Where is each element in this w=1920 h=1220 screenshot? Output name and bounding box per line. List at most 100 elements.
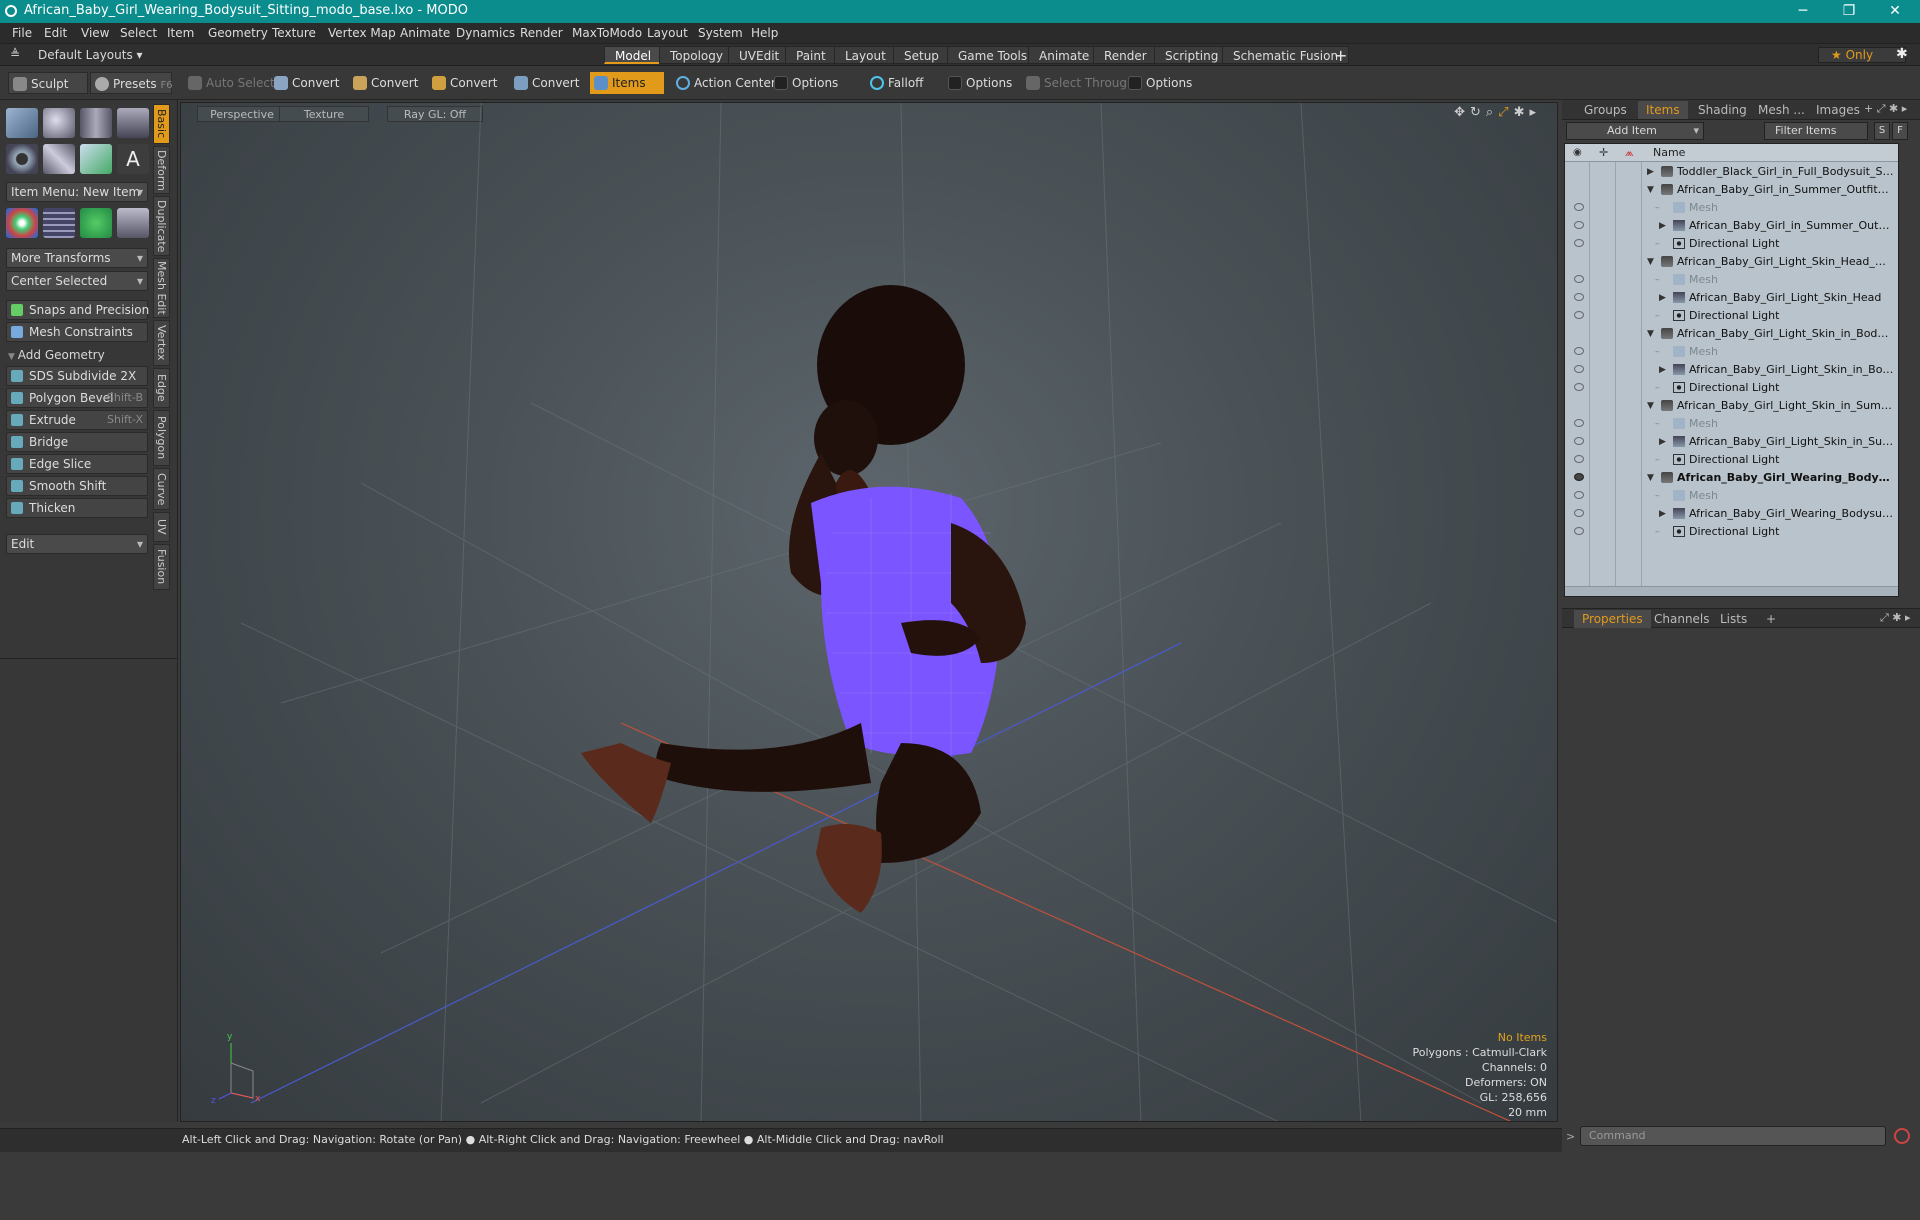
vtab-edge[interactable]: Edge [153, 368, 170, 408]
vtab-polygon[interactable]: Polygon [153, 410, 170, 466]
item-row[interactable]: ▼ African_Baby_Girl_in_Summer_Outfit_Surp… [1565, 181, 1898, 199]
more-transforms-dropdown[interactable]: More Transforms [6, 248, 148, 268]
vtab-fusion[interactable]: Fusion [153, 544, 170, 590]
close-button[interactable]: ✕ [1872, 0, 1918, 23]
visibility-eye-icon[interactable] [1574, 347, 1584, 355]
visibility-eye-icon[interactable] [1574, 365, 1584, 373]
visibility-eye-icon[interactable] [1574, 527, 1584, 535]
default-layouts-dropdown[interactable]: Default Layouts ▾ [38, 48, 143, 62]
visibility-eye-icon[interactable] [1574, 509, 1584, 517]
name-column-header[interactable]: Name [1653, 146, 1685, 159]
command-expand-icon[interactable]: > [1566, 1130, 1575, 1143]
tab-items[interactable]: Items [1638, 101, 1688, 119]
only-toggle[interactable]: ★ Only [1818, 47, 1906, 63]
menu-layout[interactable]: Layout [647, 26, 688, 40]
expand-arrow-icon[interactable]: ▶ [1659, 289, 1666, 307]
item-row[interactable]: – Directional Light [1565, 307, 1898, 325]
menu-render[interactable]: Render [520, 26, 563, 40]
tab-scripting[interactable]: Scripting [1154, 46, 1230, 64]
sphere-icon[interactable] [43, 108, 75, 138]
panel-options-icon[interactable]: + ⤢ ✱ ▸ [1864, 102, 1907, 116]
item-row[interactable]: – Mesh [1565, 199, 1898, 217]
cone-icon[interactable] [117, 108, 149, 138]
item-row[interactable]: – Mesh [1565, 343, 1898, 361]
visibility-eye-icon[interactable] [1574, 419, 1584, 427]
visibility-eye-icon[interactable] [1574, 383, 1584, 391]
convert-button-1[interactable]: Convert [270, 72, 346, 94]
menu-edit[interactable]: Edit [44, 26, 67, 40]
visibility-eye-icon[interactable] [1574, 221, 1584, 229]
minimize-button[interactable]: ─ [1780, 0, 1826, 23]
items-mode-button[interactable]: Items [590, 72, 664, 94]
tab-layout[interactable]: Layout [834, 46, 897, 64]
menu-dynamics[interactable]: Dynamics [456, 26, 515, 40]
item-row[interactable]: ▶ African_Baby_Girl_Wearing_Bodysuit_Si .… [1565, 505, 1898, 523]
polygon-bevel-button[interactable]: Polygon Bevel Shift-B [6, 388, 148, 408]
item-row[interactable]: ▶ African_Baby_Girl_in_Summer_Outfit_Su..… [1565, 217, 1898, 235]
vtab-mesh-edit[interactable]: Mesh Edit [153, 258, 170, 318]
smooth-shift-button[interactable]: Smooth Shift [6, 476, 148, 496]
options-button-1[interactable]: Options [770, 72, 860, 94]
options-button-3[interactable]: Options [1124, 72, 1210, 94]
sculpt-button[interactable]: Sculpt [8, 72, 88, 94]
item-row[interactable]: ▼ African_Baby_Girl_Light_Skin_in_Bodysui… [1565, 325, 1898, 343]
expand-arrow-icon[interactable]: ▶ [1659, 217, 1666, 235]
vtab-duplicate[interactable]: Duplicate [153, 196, 170, 256]
edit-dropdown[interactable]: Edit [6, 534, 148, 554]
options-button-2[interactable]: Options [944, 72, 1020, 94]
collapse-arrow-icon[interactable]: ▼ [1647, 397, 1654, 415]
select-through-button[interactable]: Select Through [1022, 72, 1135, 94]
move-icon[interactable] [6, 208, 38, 238]
item-row[interactable]: ▼ African_Baby_Girl_Light_Skin_in_Summer_… [1565, 397, 1898, 415]
convert-button-2[interactable]: Convert [349, 72, 425, 94]
tab-paint[interactable]: Paint [785, 46, 837, 64]
mesh-constraints-button[interactable]: Mesh Constraints [6, 322, 148, 342]
menu-vertex-map[interactable]: Vertex Map [328, 26, 396, 40]
menu-view[interactable]: View [81, 26, 109, 40]
item-row[interactable]: – Mesh [1565, 271, 1898, 289]
visibility-eye-icon[interactable] [1574, 455, 1584, 463]
cube-icon[interactable] [6, 108, 38, 138]
falloff-button[interactable]: Falloff [866, 72, 942, 94]
add-tab-button[interactable]: + [1334, 46, 1347, 65]
convert-button-3[interactable]: Convert [428, 72, 504, 94]
item-row[interactable]: ▶ African_Baby_Girl_Light_Skin_in_Summe .… [1565, 433, 1898, 451]
visibility-column-icon[interactable]: ◉ [1573, 147, 1582, 158]
maximize-button[interactable]: ❐ [1826, 0, 1872, 23]
snaps-precision-button[interactable]: Snaps and Precision [6, 300, 149, 320]
layout-up-icon[interactable]: ≜ [10, 47, 20, 61]
tab-schematic-fusion[interactable]: Schematic Fusion [1222, 46, 1350, 64]
presets-button[interactable]: Presets F6 [90, 72, 173, 94]
visibility-eye-icon[interactable] [1574, 203, 1584, 211]
tab-game-tools[interactable]: Game Tools [947, 46, 1039, 64]
edge-slice-button[interactable]: Edge Slice [6, 454, 148, 474]
visibility-eye-icon[interactable] [1574, 275, 1584, 283]
visibility-eye-icon[interactable] [1574, 311, 1584, 319]
filter-s-button[interactable]: S [1874, 122, 1890, 140]
item-row[interactable]: – Directional Light [1565, 451, 1898, 469]
collapse-arrow-icon[interactable]: ▼ [1647, 253, 1654, 271]
capsule-icon[interactable] [43, 144, 75, 174]
visibility-eye-icon[interactable] [1574, 491, 1584, 499]
menu-geometry[interactable]: Geometry [208, 26, 268, 40]
menu-item[interactable]: Item [167, 26, 194, 40]
vtab-vertex[interactable]: Vertex [153, 320, 170, 366]
item-row[interactable]: ▼ African_Baby_Girl_Light_Skin_Head_modo … [1565, 253, 1898, 271]
menu-animate[interactable]: Animate [400, 26, 450, 40]
tab-images[interactable]: Images [1808, 101, 1868, 119]
3d-viewport[interactable]: Perspective Texture Ray GL: Off ✥↻⌕⤢✱▸ y… [180, 102, 1558, 1122]
expand-arrow-icon[interactable]: ▶ [1647, 163, 1654, 181]
globe-icon[interactable] [80, 208, 112, 238]
auto-select-button[interactable]: Auto Select [184, 72, 275, 94]
tab-setup[interactable]: Setup [893, 46, 950, 64]
scale-icon[interactable] [117, 208, 149, 238]
expand-arrow-icon[interactable]: ▶ [1659, 433, 1666, 451]
collapse-arrow-icon[interactable]: ▼ [1647, 325, 1654, 343]
props-options-icon[interactable]: ⤢ ✱ ▸ [1880, 611, 1911, 625]
bridge-button[interactable]: Bridge [6, 432, 148, 452]
sds-subdivide-button[interactable]: SDS Subdivide 2X [6, 366, 148, 386]
tab-shading[interactable]: Shading [1690, 101, 1755, 119]
item-row[interactable]: ▶ African_Baby_Girl_Light_Skin_in_Bodysu.… [1565, 361, 1898, 379]
vtab-deform[interactable]: Deform [153, 146, 170, 194]
visibility-eye-icon[interactable] [1574, 293, 1584, 301]
